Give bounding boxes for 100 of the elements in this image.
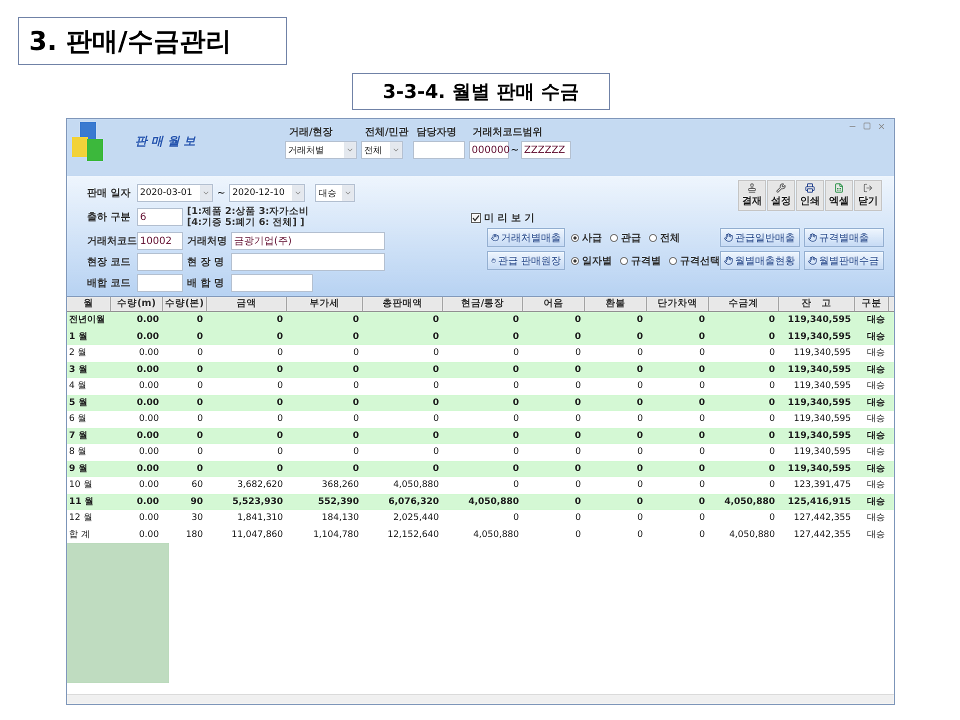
table-cell-text: 0 — [512, 314, 520, 327]
input-field[interactable]: 금광기업(주) — [231, 232, 385, 250]
table-cell-text: 119,340,595 — [786, 364, 852, 376]
table-cell-text: 0 — [276, 364, 284, 376]
table-cell-text: 0 — [432, 314, 440, 327]
table-cell-text: 0 — [512, 347, 520, 360]
column-header: 수금계 — [709, 297, 779, 311]
input-field[interactable]: 6 — [137, 208, 183, 226]
input-field[interactable] — [137, 253, 183, 271]
dropdown[interactable]: 대승 — [315, 184, 356, 202]
field-label: 판매 일자 — [87, 187, 132, 200]
radio-option[interactable]: 일자별 — [571, 254, 612, 268]
table-cell-text: 0 — [352, 430, 360, 442]
hint-text: [4:기증 5:폐기 6: 전체] ] — [187, 217, 306, 228]
preview-checkbox[interactable]: 미 리 보 기 — [471, 211, 914, 225]
table-cell-text: 0 — [698, 430, 706, 442]
table-cell-text: 0 — [768, 430, 776, 442]
table-cell-text: 0 — [276, 314, 284, 327]
table-cell-text: 0 — [352, 314, 360, 327]
toolbar-button[interactable]: 설정 — [767, 180, 795, 211]
report-button[interactable]: 거래처별매출 — [487, 228, 565, 247]
table-cell-text: 6 월 — [68, 413, 88, 426]
table-cell-text: 125,416,915 — [786, 496, 852, 508]
toolbar-button[interactable]: 엑셀 — [825, 180, 853, 211]
date-field[interactable]: 2020-03-01 — [137, 184, 213, 202]
table-cell-text: 0 — [276, 330, 284, 344]
table-cell-text: 119,340,595 — [786, 462, 852, 476]
table-cell-text: 0 — [636, 446, 644, 459]
report-button[interactable]: 월별판매수금 — [804, 251, 884, 270]
chevron-down-icon — [392, 146, 400, 154]
table-cell-text: 12,152,640 — [386, 528, 440, 542]
table-cell-text: 0 — [636, 396, 644, 410]
report-button[interactable]: 관급 판매원장 — [487, 251, 565, 270]
input-field[interactable] — [412, 141, 465, 159]
table-cell-text: 119,340,595 — [786, 430, 852, 442]
filter-label: 담당자명 — [416, 126, 458, 139]
maximize-icon[interactable] — [863, 122, 871, 130]
table-row[interactable]: 11 월 0.00 90 5,523,930 552,390 6,076,320 4,050,880 0 0 0 4,050,880 125,416,915 대승 — [67, 494, 894, 510]
table-cell-text: 0 — [768, 380, 776, 393]
table-row[interactable]: 전년이월 0.00 0 0 0 0 0 0 0 0 0 119,340,595 대승 — [67, 312, 894, 328]
input-field[interactable]: ZZZZZZ — [521, 141, 572, 159]
table-cell-text: 119,340,595 — [792, 347, 852, 360]
toolbar-button[interactable]: 인쇄 — [796, 180, 824, 211]
table-cell-text: 1,104,780 — [312, 528, 360, 542]
radio-option[interactable]: 규격별 — [620, 254, 661, 268]
table-cell-text: 368,260 — [320, 479, 360, 492]
table-cell-text: 119,340,595 — [786, 396, 852, 410]
table-cell-text: 4,050,880 — [467, 496, 520, 508]
check-icon — [472, 214, 480, 222]
table-cell-text: 0 — [768, 462, 776, 476]
input-field[interactable] — [231, 253, 385, 271]
field-label: 현장 코드 — [87, 256, 132, 269]
toolbar-button[interactable]: 결재 — [738, 180, 766, 211]
radio-option[interactable]: 전체 — [649, 230, 680, 244]
table-cell-text: 0 — [636, 528, 644, 542]
table-cell-text: 전년이월 — [68, 314, 106, 327]
table-cell-text: 0 — [512, 330, 520, 344]
chevron-down-icon — [346, 146, 354, 154]
input-field[interactable] — [231, 274, 313, 292]
exit-icon — [863, 183, 873, 193]
table-cell-text: 0 — [698, 462, 706, 476]
table-cell-text: 0.00 — [138, 479, 160, 492]
date-field[interactable]: 2020-12-10 — [229, 184, 306, 202]
table-cell-text: 0 — [768, 364, 776, 376]
table-cell-text: 대승 — [866, 430, 886, 442]
table-cell-text: 5 월 — [68, 396, 88, 410]
radio-option[interactable]: 관급 — [610, 230, 641, 244]
close-icon[interactable] — [877, 122, 886, 131]
table-cell-text: 0 — [574, 396, 582, 410]
horizontal-scrollbar[interactable] — [67, 694, 894, 704]
table-cell-text: 4,050,880 — [723, 496, 776, 508]
input-field[interactable] — [137, 274, 183, 292]
hand-icon — [491, 233, 499, 242]
report-button[interactable]: 관급일반매출 — [720, 228, 800, 247]
table-row[interactable]: 1 월 0.00 0 0 0 0 0 0 0 0 0 119,340,595 대승 — [67, 328, 894, 345]
dropdown[interactable]: 전체 — [361, 141, 403, 159]
table-cell-text: 0 — [698, 479, 706, 492]
table-row[interactable]: 9 월 0.00 0 0 0 0 0 0 0 0 0 119,340,595 대승 — [67, 460, 894, 477]
table-cell-text: 0.00 — [136, 314, 160, 327]
table-cell-text: 0 — [432, 413, 440, 426]
table-cell-text: 11,047,860 — [230, 528, 284, 542]
toolbar-button[interactable]: 닫기 — [854, 180, 882, 211]
table-cell-text: 0 — [196, 364, 204, 376]
table-row[interactable]: 7 월 0.00 0 0 0 0 0 0 0 0 0 119,340,595 대승 — [67, 428, 894, 444]
table-cell-text: 대승 — [866, 496, 886, 508]
table-row[interactable]: 3 월 0.00 0 0 0 0 0 0 0 0 0 119,340,595 대승 — [67, 362, 894, 378]
radio-option[interactable]: 사급 — [571, 230, 602, 244]
input-field[interactable]: 10002 — [137, 232, 183, 250]
table-cell-text: 4 월 — [68, 380, 88, 393]
table-cell-text: 0 — [512, 364, 520, 376]
input-field[interactable]: 000000 — [468, 141, 509, 159]
table-row[interactable]: 5 월 0.00 0 0 0 0 0 0 0 0 0 119,340,595 대승 — [67, 394, 894, 411]
dropdown[interactable]: 거래처별 — [285, 141, 357, 159]
column-header: 수량(m) — [111, 297, 163, 311]
column-header: 단가차액 — [647, 297, 709, 311]
radio-option[interactable]: 규격선택 — [669, 254, 720, 268]
table-cell-text: 0.00 — [138, 446, 160, 459]
report-button[interactable]: 월별매출현황 — [720, 251, 800, 270]
field-label: 배합 코드 — [87, 277, 132, 290]
report-button[interactable]: 규격별매출 — [804, 228, 884, 247]
